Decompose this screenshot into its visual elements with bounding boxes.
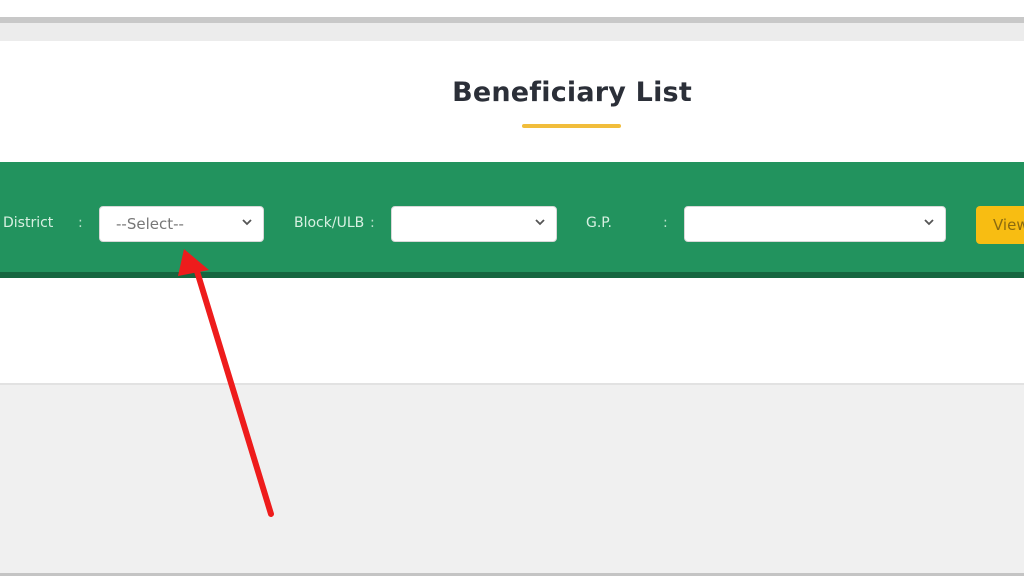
block-ulb-separator: :	[370, 215, 375, 231]
page-title: Beneficiary List	[452, 77, 692, 108]
title-underline	[522, 124, 621, 128]
chevron-down-icon	[924, 219, 934, 226]
chevron-down-icon	[242, 219, 252, 226]
page-gap	[0, 23, 1024, 41]
block-ulb-label: Block/ULB	[294, 215, 365, 231]
district-select[interactable]: --Select--	[99, 206, 264, 242]
gp-label: G.P.	[586, 215, 613, 231]
top-strip	[0, 0, 1024, 17]
district-select-value: --Select--	[116, 215, 184, 233]
chevron-down-icon	[535, 219, 545, 226]
district-label: District	[3, 215, 54, 231]
block-ulb-select[interactable]	[391, 206, 557, 242]
gp-select[interactable]	[684, 206, 946, 242]
district-separator: :	[78, 215, 83, 231]
view-button[interactable]: View	[976, 206, 1024, 244]
filter-bar: District : --Select-- Block/ULB : G.P. :…	[0, 162, 1024, 278]
gp-separator: :	[663, 215, 668, 231]
